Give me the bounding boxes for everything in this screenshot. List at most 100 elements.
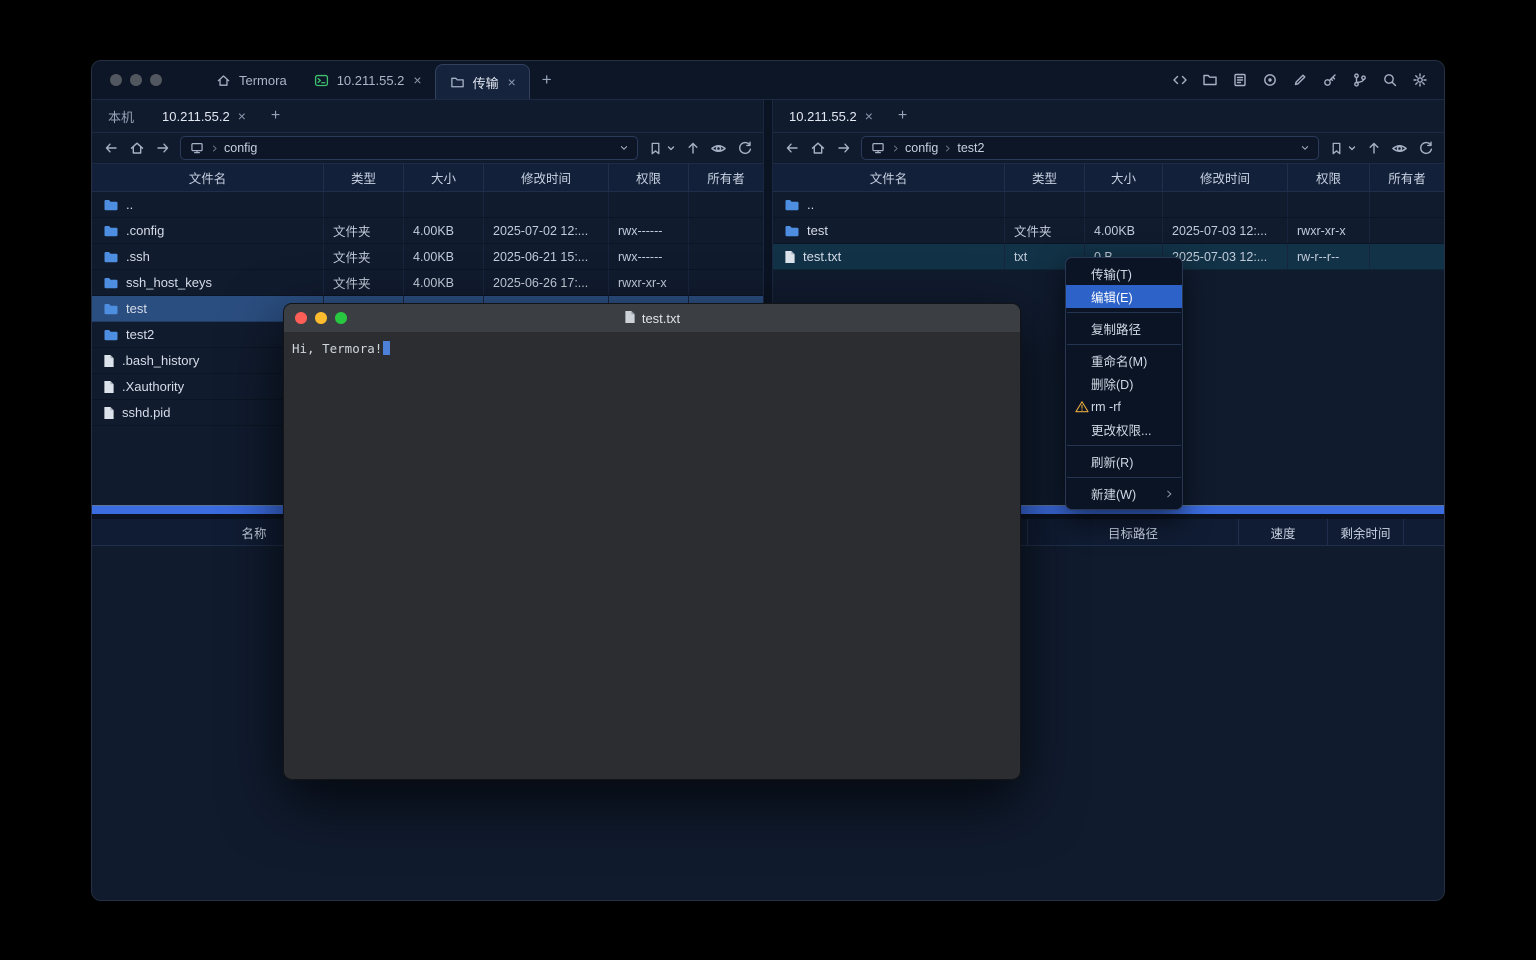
close-tab-icon[interactable]: × xyxy=(238,109,246,123)
log-icon[interactable] xyxy=(1231,72,1248,89)
file-row-test[interactable]: test文件夹4.00KB2025-07-03 12:...rwxr-xr-x xyxy=(773,218,1444,244)
close-tab-icon[interactable]: × xyxy=(413,73,421,87)
file-cell xyxy=(1288,192,1370,217)
minimize-button[interactable] xyxy=(130,74,142,86)
file-row-ssh[interactable]: .ssh文件夹4.00KB2025-06-21 15:...rwx------ xyxy=(92,244,763,270)
file-cell xyxy=(689,270,763,295)
record-icon[interactable] xyxy=(1261,72,1278,89)
code-icon[interactable] xyxy=(1171,72,1188,89)
column-header[interactable]: 权限 xyxy=(1288,164,1370,191)
file-cell: rw-r--r-- xyxy=(1288,244,1370,269)
show-hidden-eye-icon[interactable] xyxy=(710,140,727,157)
back-icon[interactable] xyxy=(783,140,800,157)
search-icon[interactable] xyxy=(1381,72,1398,89)
key-icon[interactable] xyxy=(1321,72,1338,89)
close-tab-icon[interactable]: × xyxy=(508,75,516,89)
column-header[interactable]: 类型 xyxy=(1005,164,1085,191)
editor-content[interactable]: Hi, Termora! xyxy=(284,333,1020,779)
transfer-column-speed[interactable]: 速度 xyxy=(1239,519,1328,545)
bookmark-caret-icon[interactable] xyxy=(1348,144,1356,152)
forward-icon[interactable] xyxy=(154,140,171,157)
column-header[interactable]: 文件名 xyxy=(773,164,1005,191)
column-header[interactable]: 文件名 xyxy=(92,164,324,191)
tab-termora[interactable]: Termora xyxy=(202,61,300,99)
branch-icon[interactable] xyxy=(1351,72,1368,89)
column-header[interactable]: 修改时间 xyxy=(484,164,609,191)
editor-minimize-button[interactable] xyxy=(315,312,327,324)
menu-item-label: 复制路径 xyxy=(1091,319,1174,338)
file-cell: 4.00KB xyxy=(404,218,484,243)
column-header[interactable]: 大小 xyxy=(1085,164,1163,191)
file-row-ssh-host-keys[interactable]: ssh_host_keys文件夹4.00KB2025-06-26 17:...r… xyxy=(92,270,763,296)
menu-item-transfer[interactable]: 传输(T) xyxy=(1066,262,1182,285)
zoom-button[interactable] xyxy=(150,74,162,86)
settings-icon[interactable] xyxy=(1411,72,1428,89)
transfer-column-target-path[interactable]: 目标路径 xyxy=(1028,519,1239,545)
breadcrumb-item[interactable]: config xyxy=(905,141,938,155)
file-cell xyxy=(1370,244,1444,269)
file-icon xyxy=(103,354,115,368)
refresh-icon[interactable] xyxy=(736,140,753,157)
file-row-parent[interactable]: .. xyxy=(773,192,1444,218)
close-tab-icon[interactable]: × xyxy=(865,109,873,123)
column-header[interactable]: 类型 xyxy=(324,164,404,191)
close-button[interactable] xyxy=(110,74,122,86)
pane-tab-host[interactable]: 10.211.55.2 × xyxy=(775,100,887,132)
upload-icon[interactable] xyxy=(684,140,701,157)
file-cell xyxy=(689,244,763,269)
left-pane-toolbar: config xyxy=(92,133,763,164)
column-header[interactable]: 所有者 xyxy=(1370,164,1444,191)
titlebar-icon-group xyxy=(1171,61,1444,99)
menu-item-refresh[interactable]: 刷新(R) xyxy=(1066,450,1182,473)
home-icon[interactable] xyxy=(809,140,826,157)
column-header[interactable]: 大小 xyxy=(404,164,484,191)
show-hidden-eye-icon[interactable] xyxy=(1391,140,1408,157)
file-row-parent[interactable]: .. xyxy=(92,192,763,218)
upload-icon[interactable] xyxy=(1365,140,1382,157)
menu-item-label: 更改权限... xyxy=(1091,420,1174,439)
editor-close-button[interactable] xyxy=(295,312,307,324)
menu-item-rm-rf[interactable]: rm -rf xyxy=(1066,395,1182,418)
pane-tab-local[interactable]: 本机 xyxy=(94,100,148,132)
back-icon[interactable] xyxy=(102,140,119,157)
pane-tab-host[interactable]: 10.211.55.2 × xyxy=(148,100,260,132)
menu-item-copy-path[interactable]: 复制路径 xyxy=(1066,317,1182,340)
pane-new-tab-button[interactable]: + xyxy=(887,100,918,132)
menu-item-delete[interactable]: 删除(D) xyxy=(1066,372,1182,395)
file-cell: 文件夹 xyxy=(1005,218,1085,243)
submenu-chevron-icon xyxy=(1164,489,1174,499)
bookmark-icon[interactable] xyxy=(1328,140,1345,157)
edit-icon[interactable] xyxy=(1291,72,1308,89)
chevron-down-icon[interactable] xyxy=(618,142,630,154)
menu-item-chmod[interactable]: 更改权限... xyxy=(1066,418,1182,441)
new-tab-button[interactable]: + xyxy=(530,61,564,99)
right-breadcrumb[interactable]: config test2 xyxy=(861,136,1319,160)
forward-icon[interactable] xyxy=(835,140,852,157)
file-name: test xyxy=(807,223,828,238)
tab-host[interactable]: 10.211.55.2 × xyxy=(300,61,435,99)
menu-item-new[interactable]: 新建(W) xyxy=(1066,482,1182,505)
file-cell xyxy=(1085,192,1163,217)
file-name: test.txt xyxy=(803,249,841,264)
folder-icon[interactable] xyxy=(1201,72,1218,89)
breadcrumb-item[interactable]: config xyxy=(224,141,257,155)
menu-item-edit[interactable]: 编辑(E) xyxy=(1066,285,1182,308)
tab-transfer[interactable]: 传输 × xyxy=(435,64,530,99)
bookmark-caret-icon[interactable] xyxy=(667,144,675,152)
bookmark-icon[interactable] xyxy=(647,140,664,157)
column-header[interactable]: 修改时间 xyxy=(1163,164,1288,191)
chevron-down-icon[interactable] xyxy=(1299,142,1311,154)
file-row-config[interactable]: .config文件夹4.00KB2025-07-02 12:...rwx----… xyxy=(92,218,763,244)
home-icon[interactable] xyxy=(128,140,145,157)
breadcrumb-item[interactable]: test2 xyxy=(957,141,984,155)
refresh-icon[interactable] xyxy=(1417,140,1434,157)
column-header[interactable]: 权限 xyxy=(609,164,689,191)
column-header[interactable]: 所有者 xyxy=(689,164,763,191)
editor-zoom-button[interactable] xyxy=(335,312,347,324)
editor-title: test.txt xyxy=(284,310,1020,327)
transfer-column-eta[interactable]: 剩余时间 xyxy=(1328,519,1404,545)
menu-item-rename[interactable]: 重命名(M) xyxy=(1066,349,1182,372)
file-cell xyxy=(689,192,763,217)
pane-new-tab-button[interactable]: + xyxy=(260,100,291,132)
left-breadcrumb[interactable]: config xyxy=(180,136,638,160)
